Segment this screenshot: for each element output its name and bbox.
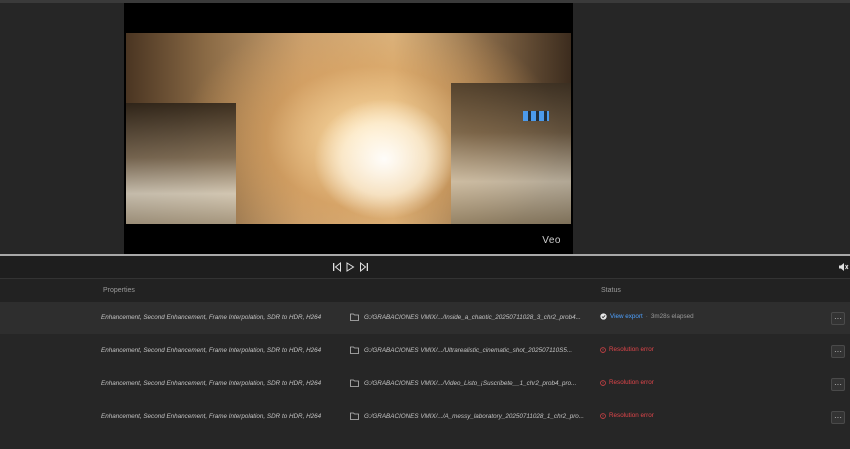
column-header-status[interactable]: Status [601,287,621,294]
row-properties: Enhancement, Second Enhancement, Frame I… [101,380,322,387]
elapsed-time: 3m28s elapsed [650,313,694,320]
view-export-link[interactable]: View export [610,313,643,320]
error-icon [600,379,606,386]
video-player[interactable]: Veo [124,3,573,254]
column-header-properties[interactable]: Properties [103,287,135,294]
table-row[interactable]: Enhancement, Second Enhancement, Frame I… [0,335,850,367]
more-options-button[interactable]: ··· [831,345,845,358]
resolution-error-text: Resolution error [609,379,654,386]
row-status: Resolution error [600,379,654,386]
error-icon [600,346,606,353]
transport-controls [0,256,850,279]
skip-next-icon[interactable] [357,260,371,274]
table-header: Properties Status [0,279,850,302]
folder-icon[interactable] [350,313,359,321]
resolution-error-text: Resolution error [609,346,654,353]
error-icon [600,412,606,419]
video-frame-image [126,33,571,224]
table-row[interactable]: Enhancement, Second Enhancement, Frame I… [0,302,850,334]
video-preview-area: Veo [0,3,850,254]
row-file-path[interactable]: G:/GRABACIONES VMIX/.../Video_Listo_¡Sus… [364,380,576,387]
row-properties: Enhancement, Second Enhancement, Frame I… [101,347,322,354]
folder-icon[interactable] [350,379,359,387]
veo-watermark: Veo [542,235,561,246]
row-status: Resolution error [600,412,654,419]
row-status: Resolution error [600,346,654,353]
row-file-path[interactable]: G:/GRABACIONES VMIX/.../A_messy_laborato… [364,413,584,420]
resolution-error-text: Resolution error [609,412,654,419]
row-file-path[interactable]: G:/GRABACIONES VMIX/.../Inside_a_chaotic… [364,314,581,321]
folder-icon[interactable] [350,346,359,354]
folder-icon[interactable] [350,412,359,420]
table-row[interactable]: Enhancement, Second Enhancement, Frame I… [0,401,850,433]
video-scene-machine-left [126,103,236,224]
video-scene-machine-right [451,83,571,224]
row-properties: Enhancement, Second Enhancement, Frame I… [101,314,322,321]
video-scene-lights [523,111,549,121]
more-options-button[interactable]: ··· [831,378,845,391]
play-icon[interactable] [343,260,357,274]
more-options-button[interactable]: ··· [831,312,845,325]
row-status: View export · 3m28s elapsed [600,313,694,320]
skip-previous-icon[interactable] [330,260,344,274]
volume-icon[interactable] [836,260,850,274]
more-options-button[interactable]: ··· [831,411,845,424]
row-properties: Enhancement, Second Enhancement, Frame I… [101,413,322,420]
check-circle-icon [600,313,607,320]
status-separator: · [645,313,648,320]
row-file-path[interactable]: G:/GRABACIONES VMIX/.../Ultrarealistic_c… [364,347,572,354]
table-row[interactable]: Enhancement, Second Enhancement, Frame I… [0,368,850,400]
